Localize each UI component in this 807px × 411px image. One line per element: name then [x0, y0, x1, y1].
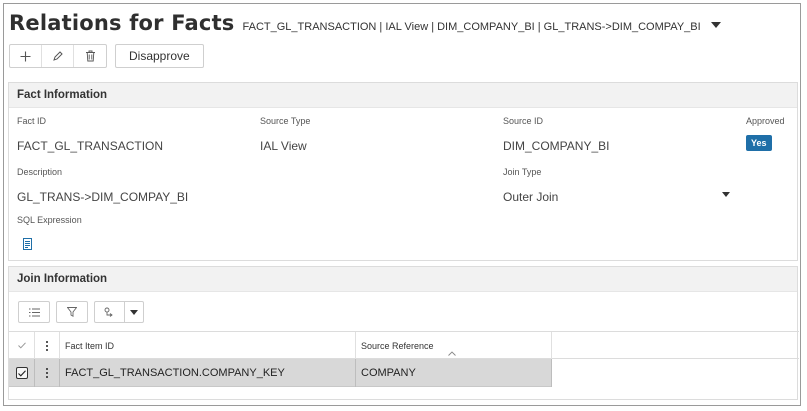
check-icon [17, 369, 26, 377]
join-type-value[interactable]: Outer Join [503, 190, 558, 204]
sql-expression-field: SQL Expression [17, 215, 82, 225]
source-reference-cell[interactable]: COMPANY [356, 359, 552, 387]
column-header-source-reference[interactable]: Source Reference [356, 332, 552, 359]
row-checkbox-cell[interactable] [9, 359, 35, 387]
sql-document-icon[interactable] [23, 237, 32, 255]
disapprove-button[interactable]: Disapprove [115, 44, 204, 68]
source-type-label: Source Type [260, 116, 311, 126]
list-icon [28, 308, 40, 316]
fact-id-label: Fact ID [17, 116, 47, 126]
row-checkbox[interactable] [15, 367, 28, 379]
grid-header-row: Fact Item ID Source Reference [9, 332, 799, 359]
join-information-heading[interactable]: Join Information [9, 267, 797, 292]
source-id-field: Source ID DIM_COMPANY_BI [503, 116, 609, 153]
join-type-field[interactable]: Join Type Outer Join [503, 167, 558, 204]
fact-item-id-cell[interactable]: FACT_GL_TRANSACTION.COMPANY_KEY [60, 359, 356, 387]
delete-button[interactable] [74, 45, 106, 67]
sql-expression-label: SQL Expression [17, 215, 82, 225]
command-toolbar: Disapprove [9, 44, 204, 68]
row-menu-cell[interactable] [35, 359, 60, 387]
description-label: Description [17, 167, 63, 177]
description-value: GL_TRANS->DIM_COMPAY_BI [17, 190, 189, 204]
filter-icon [67, 307, 77, 317]
approved-status-badge: Yes [746, 135, 772, 151]
trash-icon [85, 50, 95, 62]
description-field: Description GL_TRANS->DIM_COMPAY_BI [17, 167, 188, 204]
source-id-label: Source ID [503, 116, 544, 126]
record-breadcrumb: FACT_GL_TRANSACTION | IAL View | DIM_COM… [242, 21, 701, 33]
edit-button[interactable] [42, 45, 74, 67]
group-by-button[interactable] [95, 302, 125, 322]
join-information-panel: Join Information Fact Item ID Source Ref… [8, 266, 799, 400]
group-by-menu-toggle[interactable] [125, 302, 143, 322]
column-chooser-button[interactable] [18, 301, 50, 323]
table-row[interactable]: FACT_GL_TRANSACTION.COMPANY_KEY COMPANY [9, 359, 552, 387]
group-icon [104, 307, 113, 317]
chevron-down-icon [130, 309, 138, 315]
record-actions-group [9, 44, 107, 68]
column-header-source-reference-label: Source Reference [361, 340, 434, 351]
kebab-icon [46, 368, 48, 378]
filter-button[interactable] [56, 301, 88, 323]
page-header: Relations for Facts FACT_GL_TRANSACTION … [9, 11, 721, 35]
select-all-column[interactable] [9, 332, 35, 359]
page-title: Relations for Facts [9, 11, 235, 35]
grid-toolbar [18, 301, 144, 323]
column-header-fact-item-id[interactable]: Fact Item ID [60, 332, 356, 359]
fact-id-value: FACT_GL_TRANSACTION [17, 139, 164, 153]
approved-label: Approved [746, 116, 785, 126]
fact-information-panel: Fact Information Fact ID FACT_GL_TRANSAC… [8, 82, 798, 261]
source-type-value: IAL View [260, 139, 307, 153]
sort-ascending-icon [448, 351, 456, 356]
group-by-split-button [94, 301, 144, 323]
join-type-dropdown-icon[interactable] [722, 192, 730, 197]
fact-information-heading[interactable]: Fact Information [9, 83, 797, 108]
approved-field: Approved Yes [746, 116, 785, 151]
check-icon [17, 342, 26, 349]
record-selector-caret-icon[interactable] [710, 22, 721, 28]
fact-id-field: Fact ID FACT_GL_TRANSACTION [17, 116, 163, 153]
source-id-value: DIM_COMPANY_BI [503, 139, 610, 153]
add-button[interactable] [10, 45, 42, 67]
source-type-field: Source Type IAL View [260, 116, 310, 153]
join-items-grid: Fact Item ID Source Reference FACT_GL_TR… [9, 331, 799, 399]
kebab-icon [46, 340, 48, 351]
join-type-label: Join Type [503, 167, 542, 177]
pencil-icon [53, 50, 63, 61]
plus-icon [20, 51, 31, 61]
column-menu-header[interactable] [35, 332, 60, 359]
